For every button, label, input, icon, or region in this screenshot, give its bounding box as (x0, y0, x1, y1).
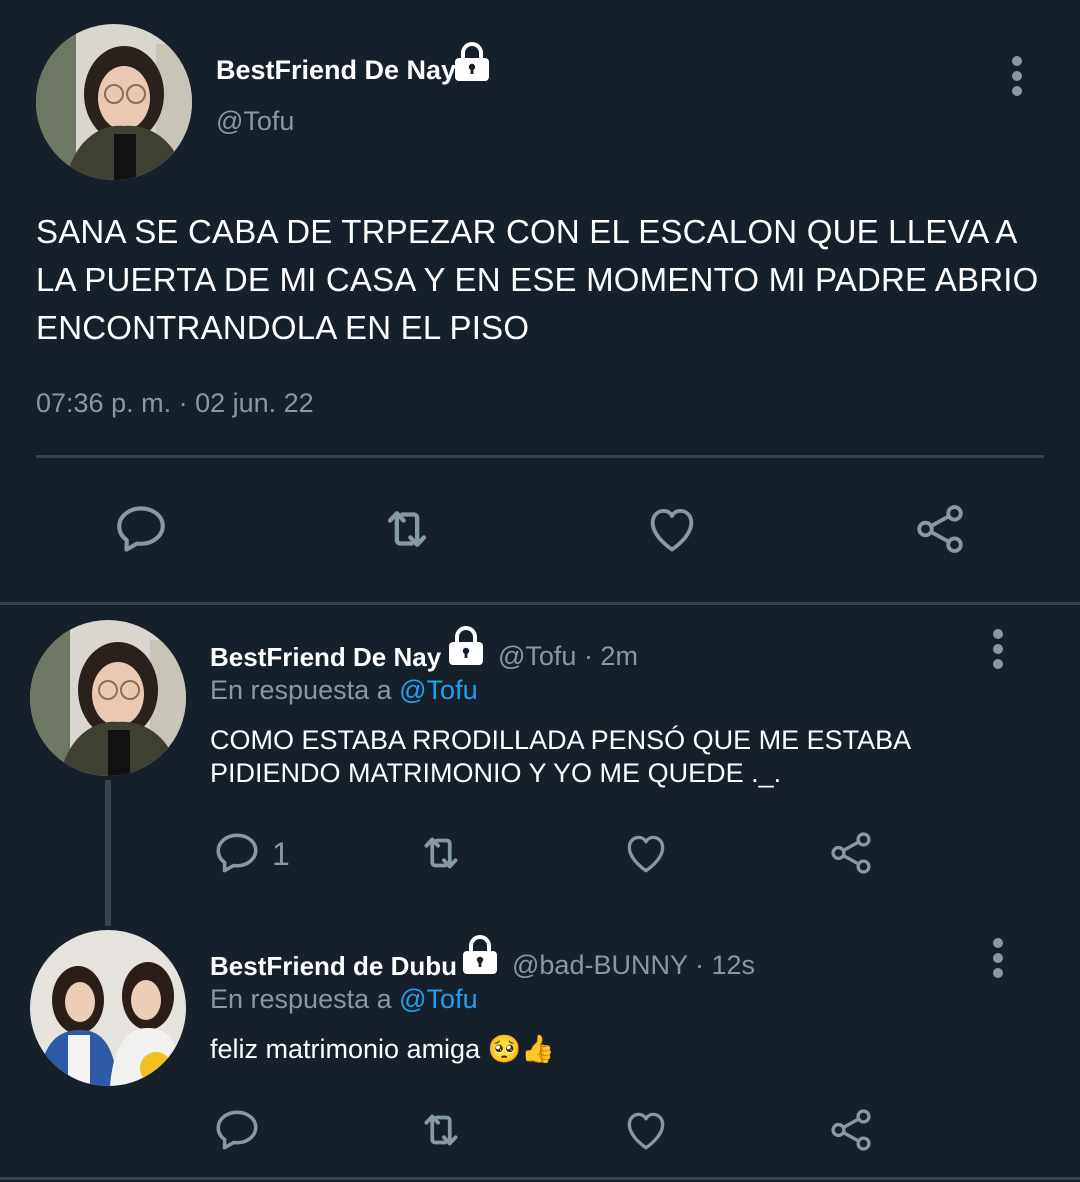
reply-text: feliz matrimonio amiga 🥺👍 (210, 1033, 1030, 1066)
more-icon[interactable] (1011, 56, 1023, 96)
thread-line (105, 780, 111, 926)
retweet-icon[interactable] (412, 828, 470, 878)
share-icon[interactable] (910, 500, 970, 558)
share-icon[interactable] (825, 1105, 877, 1155)
lock-icon (446, 624, 486, 668)
tweet-text: SANA SE CABA DE TRPEZAR CON EL ESCALON Q… (36, 213, 1039, 346)
bottom-divider (0, 1177, 1080, 1180)
author-display-name[interactable]: BestFriend De Nay (210, 642, 441, 673)
reply-text: COMO ESTABA RRODILLADA PENSÓ QUE ME ESTA… (210, 725, 910, 788)
reply-icon[interactable] (212, 1105, 262, 1155)
lock-icon (452, 40, 492, 84)
reply-context: En respuesta a @Tofu (210, 675, 478, 706)
reply-to-link[interactable]: @Tofu (399, 675, 477, 705)
emoji: 🥺👍 (487, 1034, 555, 1064)
more-icon[interactable] (992, 629, 1004, 669)
tweet-timestamp[interactable]: 07:36 p. m. · 02 jun. 22 (36, 388, 314, 419)
author-display-name[interactable]: BestFriend De Nay (216, 55, 456, 86)
reply-context: En respuesta a @Tofu (210, 984, 478, 1015)
reply-icon[interactable] (112, 500, 170, 558)
reply-text-body: feliz matrimonio amiga (210, 1034, 481, 1064)
reply-icon[interactable] (212, 828, 262, 878)
more-icon[interactable] (992, 938, 1004, 978)
author-display-name[interactable]: BestFriend de Dubu (210, 951, 457, 982)
avatar[interactable] (30, 930, 186, 1086)
like-icon[interactable] (620, 1105, 672, 1155)
lock-icon (460, 933, 500, 977)
like-icon[interactable] (620, 828, 672, 878)
reply-prefix: En respuesta a (210, 984, 392, 1014)
author-handle[interactable]: @Tofu (216, 106, 294, 137)
reply-to-link[interactable]: @Tofu (399, 984, 477, 1014)
share-icon[interactable] (825, 828, 877, 878)
reply-prefix: En respuesta a (210, 675, 392, 705)
section-divider (0, 602, 1080, 605)
like-icon[interactable] (642, 500, 702, 558)
retweet-icon[interactable] (373, 500, 441, 558)
reply-count: 1 (272, 836, 290, 872)
reply-meta[interactable]: @bad-BUNNY · 12s (512, 950, 755, 981)
reply-meta[interactable]: @Tofu · 2m (498, 641, 638, 672)
retweet-icon[interactable] (412, 1105, 470, 1155)
avatar[interactable] (30, 620, 186, 776)
divider (36, 455, 1044, 458)
avatar[interactable] (36, 24, 192, 180)
